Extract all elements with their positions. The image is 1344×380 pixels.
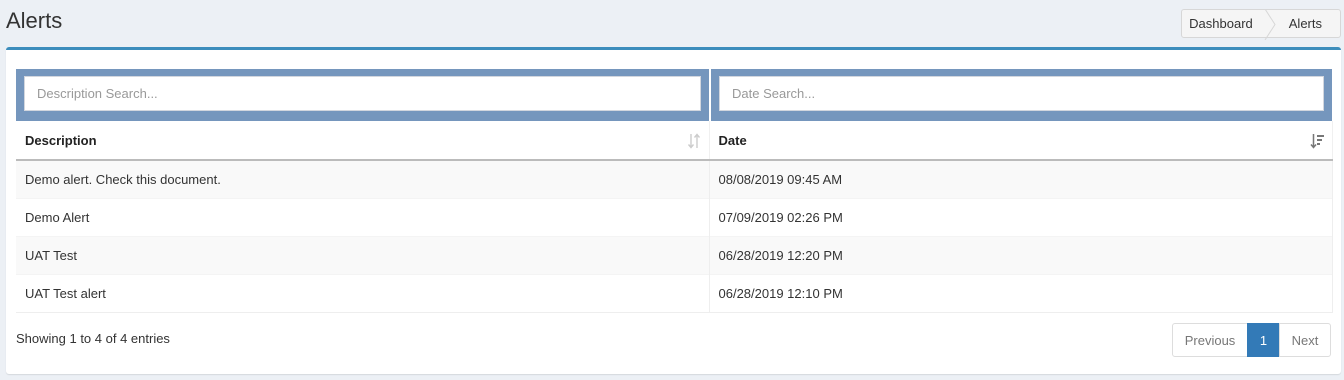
description-search-cell xyxy=(16,69,709,121)
table-info: Showing 1 to 4 of 4 entries xyxy=(16,331,170,346)
page-title: Alerts xyxy=(6,8,63,33)
sort-both-icon xyxy=(687,133,701,149)
date-cell: 08/08/2019 09:45 AM xyxy=(709,159,1333,198)
table-row[interactable]: UAT Test 06/28/2019 12:20 PM xyxy=(16,235,1333,274)
description-column-label: Description xyxy=(25,132,97,148)
date-column-label: Date xyxy=(718,132,747,148)
table-header-row: Description Date xyxy=(16,121,1333,161)
date-cell: 06/28/2019 12:20 PM xyxy=(709,235,1333,274)
date-column-header[interactable]: Date xyxy=(709,121,1333,161)
page-1-button[interactable]: 1 xyxy=(1247,323,1280,357)
next-page-button[interactable]: Next xyxy=(1279,323,1331,357)
breadcrumb-dashboard-link[interactable]: Dashboard xyxy=(1182,10,1267,37)
description-cell: UAT Test alert xyxy=(16,273,710,313)
description-cell: Demo alert. Check this document. xyxy=(16,159,710,198)
table-row[interactable]: UAT Test alert 06/28/2019 12:10 PM xyxy=(16,273,1333,313)
table-row[interactable]: Demo alert. Check this document. 08/08/2… xyxy=(16,159,1333,198)
date-search-input[interactable] xyxy=(719,76,1324,111)
alerts-panel: Description Date xyxy=(6,47,1341,374)
breadcrumb: Dashboard Alerts xyxy=(1181,9,1341,40)
breadcrumb-separator-icon xyxy=(1264,9,1277,40)
column-search-row xyxy=(16,69,1332,121)
description-search-input[interactable] xyxy=(24,76,701,111)
date-cell: 07/09/2019 02:26 PM xyxy=(709,197,1333,236)
description-column-header[interactable]: Description xyxy=(16,121,710,161)
sort-desc-icon xyxy=(1309,133,1324,149)
date-cell: 06/28/2019 12:10 PM xyxy=(709,273,1333,313)
description-cell: Demo Alert xyxy=(16,197,710,236)
breadcrumb-current: Alerts xyxy=(1288,16,1322,31)
alerts-table: Description Date Demo alert. Check this … xyxy=(16,121,1333,313)
table-row[interactable]: Demo Alert 07/09/2019 02:26 PM xyxy=(16,197,1333,236)
previous-page-button[interactable]: Previous xyxy=(1172,323,1248,357)
description-cell: UAT Test xyxy=(16,235,710,274)
date-search-cell xyxy=(709,69,1332,121)
pagination: Previous 1 Next xyxy=(1172,323,1331,357)
